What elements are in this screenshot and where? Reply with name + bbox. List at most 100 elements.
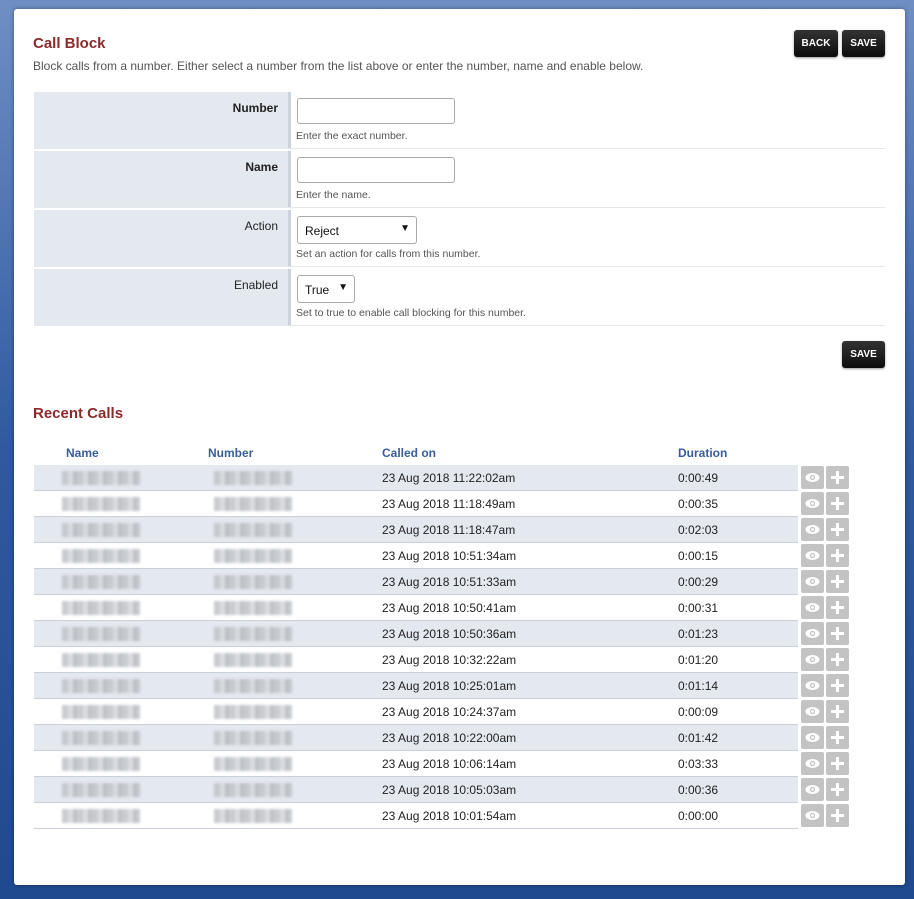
called-on-cell: 23 Aug 2018 10:51:34am (382, 542, 678, 569)
eye-icon[interactable] (801, 544, 824, 567)
eye-icon[interactable] (801, 570, 824, 593)
duration-cell: 0:01:42 (678, 724, 798, 751)
name-input[interactable] (297, 157, 455, 183)
eye-icon[interactable] (801, 596, 824, 619)
redacted-name (62, 470, 140, 485)
enabled-select[interactable]: True ▼ (297, 275, 355, 303)
caller-name-cell (34, 776, 208, 803)
plus-icon[interactable] (826, 804, 849, 827)
plus-icon[interactable] (826, 622, 849, 645)
table-row[interactable]: 23 Aug 2018 10:25:01am 0:01:14 (34, 672, 857, 699)
redacted-name (62, 756, 140, 771)
duration-cell: 0:00:31 (678, 594, 798, 621)
table-row[interactable]: 23 Aug 2018 10:01:54am 0:00:00 (34, 802, 857, 829)
redacted-number (214, 548, 292, 563)
col-called-on-header[interactable]: Called on (382, 441, 678, 465)
table-row[interactable]: 23 Aug 2018 11:22:02am 0:00:49 (34, 465, 857, 491)
redacted-name (62, 574, 140, 589)
redacted-name (62, 678, 140, 693)
eye-icon[interactable] (801, 674, 824, 697)
save-button-top[interactable]: SAVE (842, 30, 885, 57)
save-button-bottom[interactable]: SAVE (842, 341, 885, 368)
redacted-number (214, 496, 292, 511)
dropdown-arrow-icon: ▼ (400, 223, 410, 234)
caller-name-cell (34, 542, 208, 569)
table-row[interactable]: 23 Aug 2018 10:32:22am 0:01:20 (34, 646, 857, 673)
redacted-number (214, 756, 292, 771)
row-actions (798, 724, 857, 751)
eye-icon[interactable] (801, 752, 824, 775)
redacted-number (214, 522, 292, 537)
plus-icon[interactable] (826, 726, 849, 749)
plus-icon[interactable] (826, 544, 849, 567)
caller-number-cell (208, 724, 382, 751)
eye-icon[interactable] (801, 804, 824, 827)
eye-icon[interactable] (801, 778, 824, 801)
action-select[interactable]: Reject ▼ (297, 216, 417, 244)
table-row[interactable]: 23 Aug 2018 10:51:33am 0:00:29 (34, 568, 857, 595)
number-input[interactable] (297, 98, 455, 124)
row-actions (798, 490, 857, 517)
eye-icon[interactable] (801, 648, 824, 671)
eye-icon[interactable] (801, 700, 824, 723)
redacted-name (62, 808, 140, 823)
duration-cell: 0:03:33 (678, 750, 798, 777)
caller-number-cell (208, 750, 382, 777)
table-row[interactable]: 23 Aug 2018 10:50:36am 0:01:23 (34, 620, 857, 647)
redacted-number (214, 470, 292, 485)
eye-icon[interactable] (801, 466, 824, 490)
redacted-name (62, 730, 140, 745)
plus-icon[interactable] (826, 518, 849, 541)
plus-icon[interactable] (826, 596, 849, 619)
back-button[interactable]: BACK (794, 30, 838, 57)
redacted-number (214, 652, 292, 667)
page-description: Block calls from a number. Either select… (33, 59, 644, 73)
caller-number-cell (208, 802, 382, 829)
action-help: Set an action for calls from this number… (296, 248, 481, 260)
plus-icon[interactable] (826, 700, 849, 723)
eye-icon[interactable] (801, 726, 824, 749)
eye-icon[interactable] (801, 622, 824, 645)
table-row[interactable]: 23 Aug 2018 10:22:00am 0:01:42 (34, 724, 857, 751)
enabled-select-value: True (305, 283, 330, 297)
table-row[interactable]: 23 Aug 2018 10:06:14am 0:03:33 (34, 750, 857, 777)
duration-cell: 0:00:29 (678, 568, 798, 595)
table-row[interactable]: 23 Aug 2018 11:18:49am 0:00:35 (34, 490, 857, 517)
plus-icon[interactable] (826, 466, 849, 490)
col-duration-header[interactable]: Duration (678, 441, 798, 465)
duration-cell: 0:01:14 (678, 672, 798, 699)
table-row[interactable]: 23 Aug 2018 10:51:34am 0:00:15 (34, 542, 857, 569)
called-on-cell: 23 Aug 2018 10:01:54am (382, 802, 678, 829)
table-row[interactable]: 23 Aug 2018 11:18:47am 0:02:03 (34, 516, 857, 543)
caller-name-cell (34, 568, 208, 595)
action-label: Action (244, 219, 278, 233)
called-on-cell: 23 Aug 2018 11:18:49am (382, 490, 678, 517)
table-row[interactable]: 23 Aug 2018 10:24:37am 0:00:09 (34, 698, 857, 725)
table-row[interactable]: 23 Aug 2018 10:05:03am 0:00:36 (34, 776, 857, 803)
caller-number-cell (208, 646, 382, 673)
plus-icon[interactable] (826, 570, 849, 593)
action-row: Action Reject ▼ Set an action for calls … (34, 210, 885, 267)
enabled-help: Set to true to enable call blocking for … (296, 307, 526, 319)
redacted-name (62, 626, 140, 641)
redacted-number (214, 704, 292, 719)
duration-cell: 0:01:23 (678, 620, 798, 647)
plus-icon[interactable] (826, 492, 849, 515)
table-row[interactable]: 23 Aug 2018 10:50:41am 0:00:31 (34, 594, 857, 621)
action-select-value: Reject (305, 224, 340, 238)
plus-icon[interactable] (826, 752, 849, 775)
duration-cell: 0:00:36 (678, 776, 798, 803)
row-actions (798, 568, 857, 595)
col-name-header[interactable]: Name (34, 441, 208, 465)
number-label: Number (232, 101, 278, 115)
called-on-cell: 23 Aug 2018 10:32:22am (382, 646, 678, 673)
plus-icon[interactable] (826, 674, 849, 697)
eye-icon[interactable] (801, 518, 824, 541)
plus-icon[interactable] (826, 648, 849, 671)
caller-name-cell (34, 465, 208, 491)
row-actions (798, 750, 857, 777)
called-on-cell: 23 Aug 2018 11:18:47am (382, 516, 678, 543)
col-number-header[interactable]: Number (208, 441, 382, 465)
eye-icon[interactable] (801, 492, 824, 515)
plus-icon[interactable] (826, 778, 849, 801)
